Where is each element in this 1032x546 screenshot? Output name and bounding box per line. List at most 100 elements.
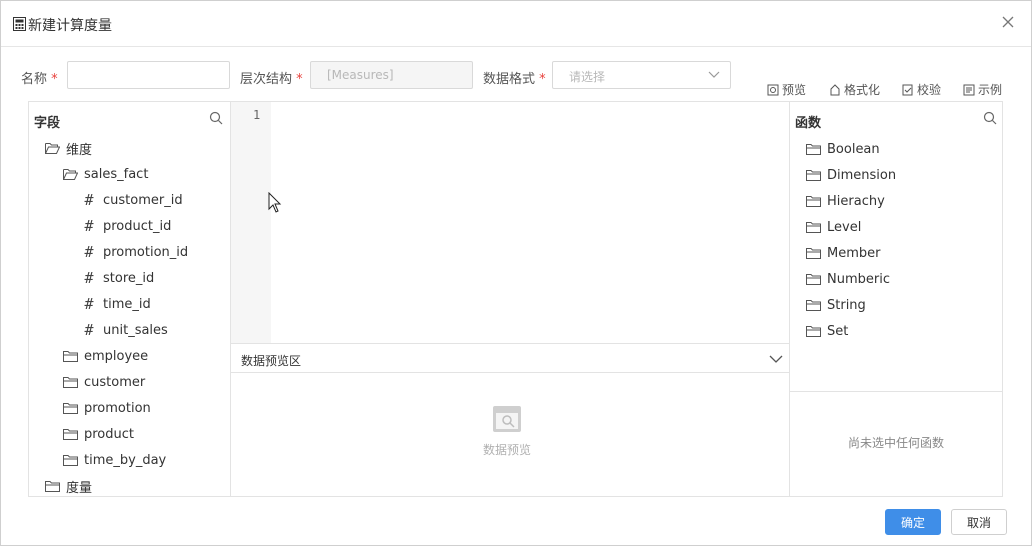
folder-item[interactable]: 维度 <box>45 138 92 158</box>
dialog-titlebar: 新建计算度量 <box>1 1 1031 47</box>
folder-item[interactable]: product <box>63 424 134 444</box>
folder-icon <box>63 428 78 440</box>
data-preview-header[interactable]: 数据预览区 <box>231 343 789 373</box>
search-icon[interactable] <box>983 111 997 125</box>
tree-item-label: product_id <box>103 218 172 234</box>
folder-icon <box>806 299 821 311</box>
example-label: 示例 <box>978 83 1003 97</box>
field-item[interactable]: # promotion_id <box>83 242 188 262</box>
folder-icon <box>806 325 821 337</box>
chevron-down-icon <box>708 71 720 78</box>
format-button[interactable]: 格式化 <box>829 81 880 98</box>
hash-icon: # <box>84 269 94 287</box>
function-category-item[interactable]: Numberic <box>806 269 890 289</box>
calculator-icon <box>13 17 26 31</box>
data-preview-icon <box>493 406 521 432</box>
function-category-item[interactable]: String <box>806 295 866 315</box>
function-category-label: Numberic <box>827 271 890 287</box>
function-category-label: Dimension <box>827 167 897 183</box>
function-category-label: Level <box>827 219 862 235</box>
function-category-item[interactable]: Dimension <box>806 165 896 185</box>
format-icon <box>830 83 840 95</box>
field-item[interactable]: # store_id <box>83 268 154 288</box>
confirm-button[interactable]: 确定 <box>885 509 941 535</box>
editor-gutter: 1 <box>231 102 271 343</box>
cancel-button[interactable]: 取消 <box>951 509 1007 535</box>
fields-panel: 字段 维度 sales_fact # customer_id # product_id # p… <box>28 101 230 497</box>
example-icon <box>963 84 975 95</box>
data-preview-empty-text: 数据预览 <box>483 443 532 457</box>
function-category-item[interactable]: Level <box>806 217 861 237</box>
hierarchy-input <box>310 61 473 89</box>
folder-item[interactable]: sales_fact <box>63 164 148 184</box>
function-empty-text: 尚未选中任何函数 <box>847 436 944 450</box>
tree-item-label: promotion_id <box>103 244 189 260</box>
hash-icon: # <box>84 321 94 339</box>
field-item[interactable]: # product_id <box>83 216 171 236</box>
folder-icon <box>63 376 78 388</box>
folder-icon <box>63 350 78 362</box>
function-category-label: Hierachy <box>827 193 885 209</box>
folder-open-icon <box>45 142 60 154</box>
folder-item[interactable]: customer <box>63 372 145 392</box>
functions-header: 函数 <box>795 116 822 131</box>
calculated-measure-dialog: 新建计算度量 名称 * 层次结构 * 数据格式 * 请选择 预览 格式化 校验 … <box>0 0 1032 546</box>
hash-icon: # <box>84 191 94 209</box>
preview-button[interactable]: 预览 <box>767 81 806 98</box>
tree-item-label: time_by_day <box>84 452 167 468</box>
tree-item-label: unit_sales <box>103 322 168 338</box>
folder-icon <box>806 273 821 285</box>
expression-editor[interactable] <box>271 102 789 343</box>
function-category-item[interactable]: Boolean <box>806 139 880 159</box>
field-item[interactable]: # customer_id <box>83 190 183 210</box>
format-label: 格式化 <box>844 83 881 97</box>
field-item[interactable]: # unit_sales <box>83 320 168 340</box>
close-icon[interactable] <box>998 12 1018 32</box>
functions-panel: 函数 Boolean Dimension Hierachy Level Member Nu… <box>789 101 1003 497</box>
hierarchy-label: 层次结构 * <box>240 72 303 87</box>
hash-icon: # <box>84 243 94 261</box>
validate-label: 校验 <box>917 83 942 97</box>
folder-icon <box>63 402 78 414</box>
folder-item[interactable]: employee <box>63 346 148 366</box>
preview-label: 预览 <box>782 83 807 97</box>
folder-icon <box>806 247 821 259</box>
function-category-item[interactable]: Set <box>806 321 848 341</box>
folder-item[interactable]: time_by_day <box>63 450 166 470</box>
function-category-label: String <box>827 297 866 313</box>
folder-icon <box>806 169 821 181</box>
tree-item-label: time_id <box>103 296 151 312</box>
tree-item-label: customer_id <box>103 192 183 208</box>
function-category-label: Member <box>827 245 881 261</box>
validate-icon <box>902 84 913 95</box>
folder-item[interactable]: promotion <box>63 398 151 418</box>
function-divider <box>790 391 1002 392</box>
function-category-item[interactable]: Hierachy <box>806 191 885 211</box>
tree-item-label: employee <box>84 348 149 364</box>
fields-header: 字段 <box>34 116 61 131</box>
folder-icon <box>806 221 821 233</box>
data-format-select[interactable]: 请选择 <box>552 61 731 89</box>
validate-button[interactable]: 校验 <box>902 81 941 98</box>
function-category-label: Boolean <box>827 141 880 157</box>
tree-item-label: sales_fact <box>84 166 149 182</box>
data-format-label: 数据格式 * <box>483 72 546 87</box>
hash-icon: # <box>84 217 94 235</box>
folder-icon <box>45 480 60 492</box>
folder-open-icon <box>63 168 78 180</box>
line-number: 1 <box>253 108 261 122</box>
tree-item-label: 维度 <box>66 142 93 158</box>
hash-icon: # <box>84 295 94 313</box>
search-icon[interactable] <box>209 111 223 125</box>
folder-item[interactable]: 度量 <box>45 476 92 496</box>
expression-panel: 1 数据预览区 <box>230 101 790 497</box>
preview-icon <box>767 84 779 95</box>
field-item[interactable]: # time_id <box>83 294 151 314</box>
function-category-item[interactable]: Member <box>806 243 880 263</box>
name-input[interactable] <box>67 61 230 89</box>
data-format-placeholder: 请选择 <box>569 70 606 84</box>
tree-item-label: store_id <box>103 270 155 286</box>
folder-icon <box>806 195 821 207</box>
example-button[interactable]: 示例 <box>963 81 1002 98</box>
function-category-label: Set <box>827 323 849 339</box>
